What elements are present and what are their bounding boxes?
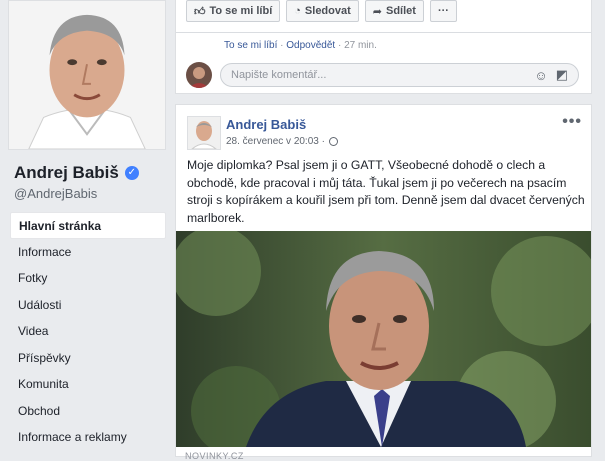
nav-item-posts[interactable]: Příspěvky — [10, 345, 166, 372]
nav-item-info[interactable]: Informace — [10, 239, 166, 266]
author-avatar-image — [188, 117, 220, 149]
comment-meta: To se mi líbí · Odpovědět · 27 min. — [224, 40, 377, 51]
post-card: Andrej Babiš 28. červenec v 20:03 · ••• … — [175, 104, 592, 461]
emoji-icon[interactable]: ☺ — [534, 68, 547, 83]
follow-label: Sledovat — [304, 5, 351, 17]
verified-badge-icon: ✓ — [124, 166, 139, 180]
meta-separator-2: · — [335, 40, 345, 51]
post-author-avatar[interactable] — [187, 116, 221, 150]
like-page-label: To se mi líbí — [209, 5, 273, 17]
post-author-name[interactable]: Andrej Babiš — [226, 117, 306, 132]
globe-icon — [328, 137, 338, 146]
page-name[interactable]: Andrej Babiš ✓ — [14, 163, 139, 183]
post-photo-illustration — [176, 231, 591, 447]
nav-item-photos[interactable]: Fotky — [10, 265, 166, 292]
nav-item-community[interactable]: Komunita — [10, 371, 166, 398]
comment-reply-link[interactable]: Odpovědět — [286, 40, 335, 51]
page-action-bar: 👍︎ To se mi líbí ◔ Sledovat ➦ Sdílet ··· — [186, 0, 457, 25]
page-edge — [596, 0, 605, 457]
nav-item-events[interactable]: Události — [10, 292, 166, 319]
previous-post-footer: 👍︎ To se mi líbí ◔ Sledovat ➦ Sdílet ···… — [175, 0, 592, 94]
user-avatar[interactable] — [186, 62, 212, 88]
comment-input[interactable]: Napište komentář... ☺ ◩ — [220, 63, 579, 87]
post-time-text[interactable]: 28. červenec v 20:03 · — [226, 136, 325, 147]
comment-composer: Napište komentář... ☺ ◩ — [186, 62, 579, 88]
more-label: ··· — [437, 5, 449, 17]
post-text: Moje diplomka? Psal jsem ji o GATT, Všeo… — [187, 158, 585, 225]
page-nav: Hlavní stránka Informace Fotky Události … — [10, 212, 166, 451]
page-name-text[interactable]: Andrej Babiš — [14, 163, 119, 183]
sticker-icon[interactable]: ◩ — [556, 67, 568, 83]
share-label: Sdílet — [386, 5, 416, 17]
profile-photo-illustration — [9, 1, 165, 149]
nav-item-home[interactable]: Hlavní stránka — [10, 212, 166, 239]
rss-icon: ◔ — [294, 5, 301, 17]
comment-like-link[interactable]: To se mi líbí — [224, 40, 277, 51]
nav-item-videos[interactable]: Videa — [10, 318, 166, 345]
more-options-button[interactable]: ··· — [429, 0, 457, 22]
like-page-button[interactable]: 👍︎ To se mi líbí — [186, 0, 281, 22]
page-handle[interactable]: @AndrejBabis — [14, 186, 97, 201]
share-arrow-icon: ➦ — [372, 5, 382, 18]
post-timestamp: 28. červenec v 20:03 · — [226, 136, 338, 147]
follow-button[interactable]: ◔ Sledovat — [286, 0, 359, 22]
share-button[interactable]: ➦ Sdílet — [364, 0, 424, 22]
meta-separator: · — [277, 40, 287, 51]
user-avatar-image — [186, 62, 212, 88]
left-column: Andrej Babiš ✓ @AndrejBabis Hlavní strán… — [0, 0, 170, 457]
profile-picture[interactable] — [8, 0, 166, 150]
divider — [176, 32, 591, 33]
thumbs-up-icon: 👍︎ — [194, 5, 206, 18]
nav-item-ads-info[interactable]: Informace a reklamy — [10, 424, 166, 451]
link-source[interactable]: NOVINKY.CZ — [185, 451, 244, 461]
comment-time: 27 min. — [344, 40, 377, 51]
nav-item-shop[interactable]: Obchod — [10, 398, 166, 425]
comment-placeholder: Napište komentář... — [231, 69, 327, 81]
post-image[interactable] — [176, 231, 591, 447]
post-options-menu[interactable]: ••• — [562, 113, 582, 131]
